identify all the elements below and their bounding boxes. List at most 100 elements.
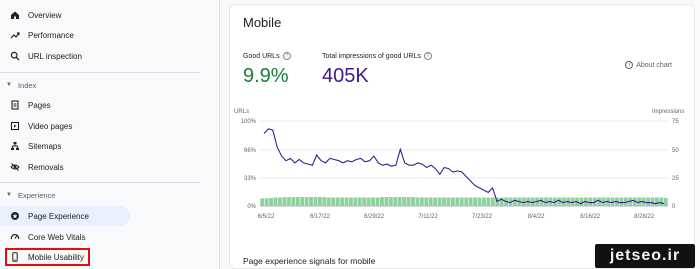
sidebar-item-pages[interactable]: Pages [0,95,130,115]
x-tick-label: 6/5/22 [258,214,275,220]
bar [366,197,371,206]
x-tick-label: 7/11/22 [418,214,438,220]
bar [291,197,296,206]
sidebar-item-label: URL inspection [28,51,82,61]
bar [384,197,389,206]
bar [322,197,327,206]
bar [406,197,411,206]
bar [286,197,291,206]
bar [654,197,659,206]
sidebar-item-core-web-vitals[interactable]: Core Web Vitals [0,227,130,247]
bar [663,197,668,206]
bar [415,197,420,206]
bar [335,197,340,206]
mobile-card: Mobile Good URLs ? 9.9% Total impression… [229,4,695,269]
x-tick-label: 8/16/22 [580,214,601,220]
divider [0,72,200,73]
section-title: Page experience signals for mobile [243,256,376,266]
left-tick-label: 66% [244,148,257,154]
bar [659,197,664,206]
bar [450,197,455,206]
bar [455,197,460,206]
bar [650,197,655,206]
bar [273,197,278,206]
bar [468,197,473,206]
bar [424,197,429,206]
sidebar-item-label: Pages [28,100,51,110]
bar [477,197,482,206]
bar [490,197,495,206]
bar [442,197,446,206]
section-index-toggle[interactable]: ▼ Index [0,77,200,93]
bar [437,197,442,206]
section-heading-index: Index [17,80,37,90]
bar [357,197,362,206]
left-tick-label: 100% [241,119,257,125]
bar [464,197,469,206]
sidebar-item-sitemaps[interactable]: Sitemaps [0,136,130,156]
x-tick-label: 6/29/22 [364,214,385,220]
x-tick-label: 8/28/22 [634,214,655,220]
page-experience-icon [8,209,22,223]
bar [646,197,650,206]
bar [513,197,517,206]
bar [278,197,282,206]
sidebar-item-label: Overview [28,10,62,20]
bar [362,197,367,206]
bar [317,197,322,206]
x-tick-label: 6/17/22 [310,214,331,220]
bar [411,197,415,206]
sidebar-item-label: Removals [28,162,64,172]
sidebar-item-video-pages[interactable]: Video pages [0,116,130,136]
right-tick-label: 75 [672,119,679,125]
eye-off-icon [8,160,22,174]
highlight-box [5,248,90,266]
bar [371,197,376,206]
bar [313,197,318,206]
bar [348,197,353,206]
sidebar-item-label: Video pages [28,121,73,131]
bar [269,197,274,206]
sidebar-item-label: Sitemaps [28,141,62,151]
video-icon [8,119,22,133]
sidebar-item-performance[interactable]: Performance [0,25,130,45]
sidebar-item-label: Page Experience [28,211,89,221]
bar [482,197,486,206]
sidebar-item-page-experience[interactable]: Page Experience [0,206,130,226]
sidebar-item-overview[interactable]: Overview [0,5,130,25]
bar [304,197,309,206]
right-tick-label: 50 [672,148,679,154]
sitemap-icon [8,139,22,153]
sidebar-item-label: Core Web Vitals [28,232,86,242]
bar [380,197,384,206]
sidebar-item-removals[interactable]: Removals [0,157,130,177]
bar [459,197,464,206]
bar [375,197,380,206]
bar [393,197,398,206]
trend-icon [8,28,22,42]
bar [588,197,593,206]
gauge-icon [8,230,22,244]
bar [388,197,393,206]
bar [397,197,402,206]
section-experience-toggle[interactable]: ▼ Experience [0,187,200,203]
home-icon [8,8,22,22]
bar [282,197,287,206]
bar [344,197,349,206]
impressions-line [263,128,665,205]
section-heading-experience: Experience [17,190,56,200]
bar [300,197,305,206]
left-tick-label: 33% [244,176,257,182]
bar [331,197,336,206]
bar [353,197,358,206]
bar [402,197,407,206]
bar [428,197,433,206]
right-tick-label: 25 [672,176,679,182]
search-icon [8,49,22,63]
divider [0,182,200,183]
left-tick-label: 0% [247,204,256,210]
bar [473,197,478,206]
x-tick-label: 7/23/22 [472,214,493,220]
bar [326,197,331,206]
sidebar-item-url-inspection[interactable]: URL inspection [0,46,130,66]
